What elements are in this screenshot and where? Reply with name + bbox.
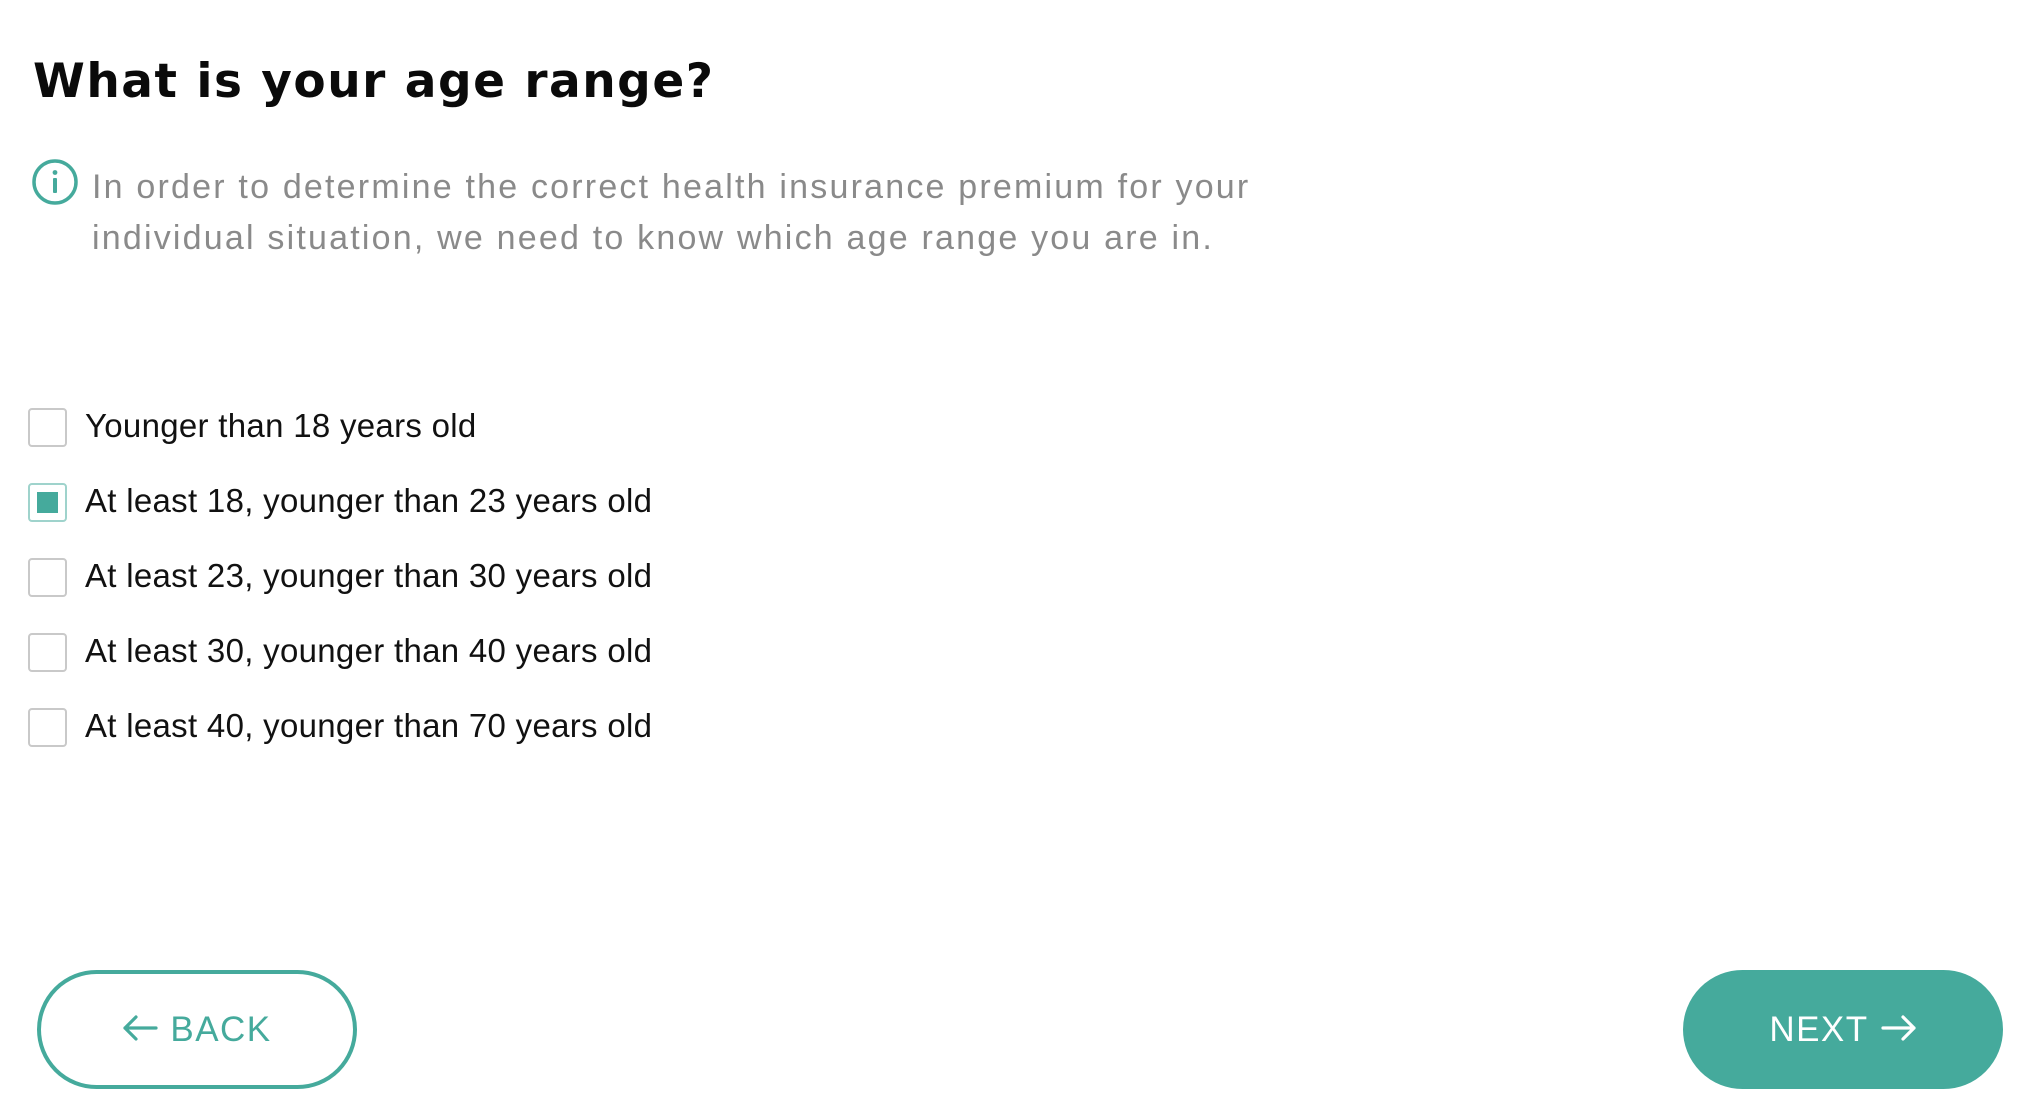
back-button[interactable]: BACK [37,970,357,1089]
checkbox[interactable] [28,633,67,672]
age-range-options: Younger than 18 years old At least 18, y… [28,405,652,780]
option-label: Younger than 18 years old [85,407,477,444]
checkbox[interactable] [28,558,67,597]
age-range-page: What is your age range? In order to dete… [0,0,2024,1120]
back-button-label: BACK [170,1009,272,1049]
option-label: At least 23, younger than 30 years old [85,557,653,594]
option-under-18[interactable]: Younger than 18 years old [28,405,652,480]
info-text: In order to determine the correct health… [92,168,1251,257]
next-button-label: NEXT [1769,1009,1869,1049]
info-circle-icon [31,158,79,206]
option-40-to-70[interactable]: At least 40, younger than 70 years old [28,705,652,780]
option-label: At least 18, younger than 23 years old [85,482,653,519]
checkbox[interactable] [28,408,67,447]
next-button[interactable]: NEXT [1683,970,2003,1089]
option-label: At least 40, younger than 70 years old [85,707,653,744]
option-23-to-30[interactable]: At least 23, younger than 30 years old [28,555,652,630]
checkbox[interactable] [28,483,67,522]
checkbox[interactable] [28,708,67,747]
arrow-right-icon [1881,1012,1917,1042]
option-18-to-23[interactable]: At least 18, younger than 23 years old [28,480,652,555]
arrow-left-icon [122,1012,158,1042]
option-30-to-40[interactable]: At least 30, younger than 40 years old [28,630,652,705]
option-label: At least 30, younger than 40 years old [85,632,653,669]
page-title: What is your age range? [33,54,715,109]
